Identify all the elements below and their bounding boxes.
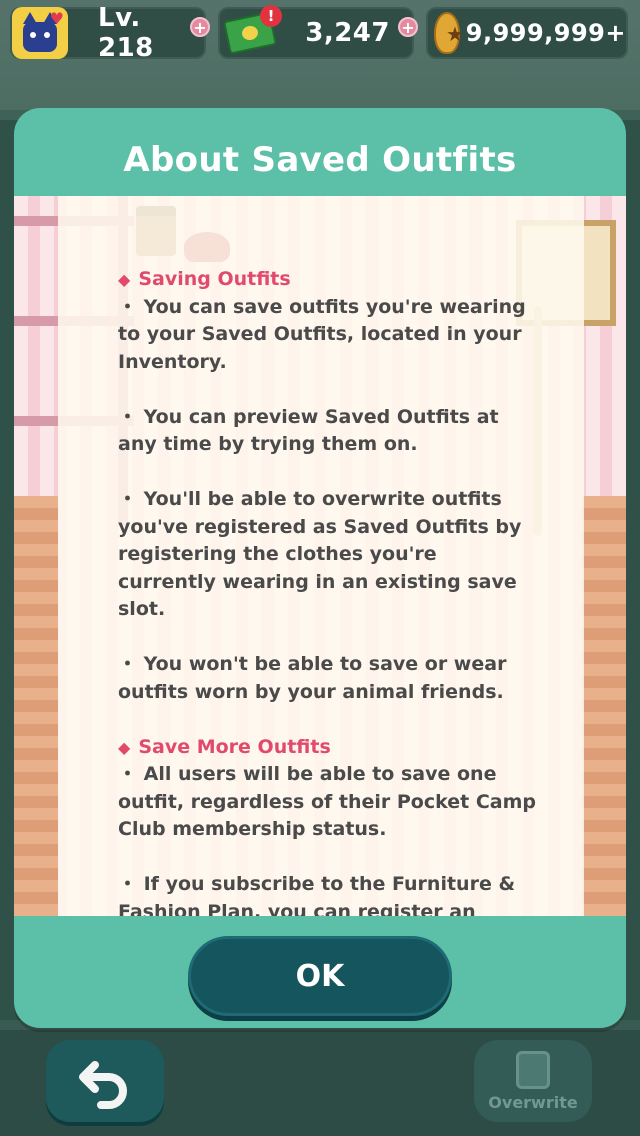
level-pill[interactable]: ♥ Lv. 218 + — [10, 3, 210, 63]
overwrite-icon — [516, 1050, 550, 1089]
cat-avatar-icon[interactable]: ♥ — [12, 7, 68, 59]
status-bar: ♥ Lv. 218 + ! 3,247 + 9,999,999+ — [0, 0, 640, 66]
diamond-icon: ◆ — [118, 737, 131, 757]
paragraph: ・ All users will be able to save one out… — [118, 763, 536, 840]
bells-count: 9,999,999+ — [465, 19, 626, 47]
tickets-pill[interactable]: ! 3,247 + — [218, 5, 418, 59]
level-plus-icon[interactable]: + — [190, 17, 210, 37]
paragraph: ・ If you subscribe to the Furniture & Fa… — [118, 873, 516, 916]
paragraph: ・ You'll be able to overwrite outfits yo… — [118, 488, 522, 620]
dialog-title: About Saved Outfits — [123, 140, 517, 180]
level-text: Lv. 218 — [98, 3, 154, 63]
dialog-text: ◆ Saving Outfits ・ You can save outfits y… — [118, 266, 538, 916]
saved-outfits-dialog: About Saved Outfits ◆ Saving Outfits ・ Yo… — [14, 108, 626, 1028]
bells-pill[interactable]: 9,999,999+ — [426, 7, 628, 59]
alert-icon: ! — [260, 5, 282, 27]
tickets-plus-icon[interactable]: + — [398, 17, 418, 37]
bell-bag-icon — [434, 12, 464, 54]
back-button[interactable] — [46, 1040, 164, 1122]
floor-right — [582, 496, 626, 916]
dialog-content[interactable]: ◆ Saving Outfits ・ You can save outfits y… — [14, 196, 626, 916]
paragraph: ・ You won't be able to save or wear outf… — [118, 653, 507, 703]
section-heading: ◆ Save More Outfits — [118, 735, 331, 758]
tickets-count: 3,247 — [305, 18, 390, 48]
overwrite-button[interactable]: Overwrite — [474, 1040, 592, 1122]
ok-button[interactable]: OK — [188, 936, 452, 1016]
overwrite-label: Overwrite — [488, 1092, 578, 1112]
heart-icon: ♥ — [49, 9, 64, 28]
section-heading: ◆ Saving Outfits — [118, 268, 291, 290]
paragraph: ・ You can save outfits you're wearing to… — [118, 295, 526, 373]
floor-left — [14, 496, 58, 916]
paragraph: ・ You can preview Saved Outfits at any t… — [118, 405, 499, 456]
back-arrow-icon — [79, 1061, 127, 1109]
diamond-icon: ◆ — [118, 270, 131, 289]
